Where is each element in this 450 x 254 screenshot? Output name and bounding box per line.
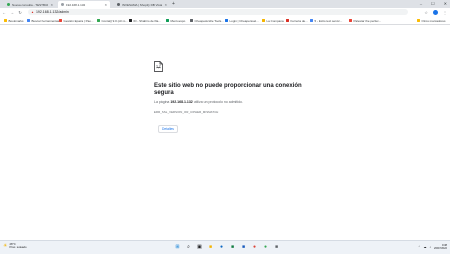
error-description: La página 192.168.1.132 utiliza un proto… xyxy=(154,100,324,104)
bookmark-item[interactable]: La Compana xyxy=(262,19,284,23)
bookmark-label: La Compana xyxy=(266,18,284,23)
broken-document-icon xyxy=(154,61,163,72)
bookmark-favicon xyxy=(129,19,132,22)
taskbar: ☀ 28°C Prac. soleado ⊞ ⌕ ▣ ■ ● ■ ■ ● ● ■… xyxy=(0,240,450,254)
bookmark-item[interactable]: 5 - Exito text servic... xyxy=(310,19,342,23)
bookmark-favicon xyxy=(225,19,228,22)
bookmark-label: Mercoexpo xyxy=(170,18,186,23)
maximize-button[interactable]: ☐ xyxy=(431,1,435,7)
bookmark-item[interactable]: Login | Cheaperssel... xyxy=(225,19,259,23)
bookmark-favicon xyxy=(59,19,62,22)
task-view-icon[interactable]: ▣ xyxy=(196,244,203,251)
weather-condition: Prac. soleado xyxy=(9,245,27,250)
forward-button[interactable]: → xyxy=(8,8,16,17)
bookmark-label: Cheapestcsfie Tools... xyxy=(194,18,224,23)
bookmark-label: 5 - Exito text servic... xyxy=(314,18,343,23)
weather-text: 28°C Prac. soleado xyxy=(9,242,27,250)
bookmark-star-icon[interactable]: ☆ xyxy=(424,8,428,17)
cloud-icon[interactable]: ☁ xyxy=(424,245,427,249)
not-secure-icon[interactable]: ▲ xyxy=(31,10,34,14)
bookmark-label: Bookmarks xyxy=(8,18,24,23)
app-icon[interactable]: ● xyxy=(262,244,269,251)
bookmark-favicon xyxy=(349,19,352,22)
clock-date: 26/07/2022 xyxy=(434,247,447,251)
error-code: ERR_SSL_VERSION_OR_CIPHER_MISMATCH xyxy=(154,110,219,114)
bookmark-item[interactable]: Mercoexpo xyxy=(166,19,185,23)
menu-icon[interactable]: ⋮ xyxy=(443,8,447,17)
bookmark-label: Palestar the perfec... xyxy=(353,18,382,23)
search-icon[interactable]: ⌕ xyxy=(185,244,192,251)
window-controls: – ☐ ✕ xyxy=(420,1,447,7)
close-icon[interactable]: ✕ xyxy=(104,3,107,7)
bookmark-item[interactable]: Ferreria de... xyxy=(286,19,308,23)
tab-label: INVESAMA | Shopify DB Vista O... xyxy=(122,2,163,7)
bookmark-label: Login | Cheaperssel... xyxy=(229,18,259,23)
close-window-button[interactable]: ✕ xyxy=(444,1,447,7)
error-title: Este sitio web no puede proporcionar una… xyxy=(154,83,302,96)
folder-icon xyxy=(417,19,420,22)
bookmark-favicon xyxy=(190,19,193,22)
bookmark-favicon xyxy=(310,19,313,22)
system-tray: ⌃ ☁ ♪ 9:38 26/07/2022 xyxy=(418,244,447,250)
tab-invesama[interactable]: INVESAMA | Shopify DB Vista O... ✕ xyxy=(114,1,170,8)
bookmark-item[interactable]: Cheapestcsfie Tools... xyxy=(190,19,224,23)
toolbar-icons: ☆ ⋮ xyxy=(424,8,447,17)
bookmark-label: ContaQ 9.0 (ofi ro... xyxy=(101,18,128,23)
tab-strip: Nueva consulta - TESTBUR Ga... ✕ 192.168… xyxy=(0,0,450,8)
chevron-up-icon[interactable]: ⌃ xyxy=(418,245,421,249)
bookmark-label: Gestión Epaza | Pao... xyxy=(63,18,94,23)
bookmark-favicon xyxy=(97,19,100,22)
tab-label: Nueva consulta - TESTBUR Ga... xyxy=(12,2,49,7)
word-icon[interactable]: ■ xyxy=(240,244,247,251)
reload-button[interactable]: ↻ xyxy=(16,8,24,17)
tab-favicon xyxy=(117,3,120,6)
address-bar[interactable]: ▲ 192.168.1.132/admin xyxy=(28,9,408,15)
tab-consulta[interactable]: Nueva consulta - TESTBUR Ga... ✕ xyxy=(4,1,56,8)
error-host: 192.168.1.132 xyxy=(170,100,193,104)
volume-icon[interactable]: ♪ xyxy=(430,245,432,249)
back-button[interactable]: ← xyxy=(0,8,8,17)
error-desc-suffix: utiliza un protocolo no admitido. xyxy=(192,100,243,104)
bookmark-favicon xyxy=(166,19,169,22)
new-tab-button[interactable]: + xyxy=(172,1,175,7)
bookmark-favicon xyxy=(27,19,30,22)
sun-icon: ☀ xyxy=(3,243,8,249)
bookmark-favicon xyxy=(286,19,289,22)
bookmark-label: Buscar herramientas xyxy=(31,18,60,23)
bookmark-favicon xyxy=(262,19,265,22)
error-desc-prefix: La página xyxy=(154,100,171,104)
bookmark-item[interactable]: Palestar the perfec... xyxy=(349,19,381,23)
browser-toolbar: ← → ↻ ▲ 192.168.1.132/admin ☆ ⋮ xyxy=(0,8,450,17)
close-icon[interactable]: ✕ xyxy=(50,3,53,7)
bookmark-label: ID - Shabrio de fila... xyxy=(133,18,161,23)
tab-label: 192.168.1.132 xyxy=(66,2,86,7)
bookmarks-bar: Bookmarks Buscar herramientas Gestión Ep… xyxy=(0,17,450,25)
bookmark-item[interactable]: Gestión Epaza | Pao... xyxy=(59,19,93,23)
app-icon[interactable]: ■ xyxy=(273,244,280,251)
folder-icon xyxy=(4,19,7,22)
start-icon[interactable]: ⊞ xyxy=(174,244,181,251)
bookmark-item[interactable]: ContaQ 9.0 (ofi ro... xyxy=(97,19,128,23)
bookmark-label: Ferreria de... xyxy=(290,18,308,23)
weather-widget[interactable]: ☀ 28°C Prac. soleado xyxy=(3,242,27,250)
minimize-button[interactable]: – xyxy=(420,1,422,7)
chrome-icon[interactable]: ● xyxy=(251,244,258,251)
tab-favicon xyxy=(7,3,10,6)
bookmark-label: Otros marcadores xyxy=(421,18,446,23)
edge-icon[interactable]: ● xyxy=(218,244,225,251)
clock[interactable]: 9:38 26/07/2022 xyxy=(434,244,447,250)
excel-icon[interactable]: ■ xyxy=(229,244,236,251)
file-explorer-icon[interactable]: ■ xyxy=(207,244,214,251)
bookmark-item[interactable]: ID - Shabrio de fila... xyxy=(129,19,161,23)
tab-current[interactable]: 192.168.1.132 ✕ xyxy=(58,1,110,8)
other-bookmarks[interactable]: Otros marcadores xyxy=(417,19,446,23)
address-text: 192.168.1.132/admin xyxy=(35,10,69,14)
globe-icon xyxy=(61,3,64,6)
bookmark-item[interactable]: Bookmarks xyxy=(4,19,24,23)
bookmark-item[interactable]: Buscar herramientas xyxy=(27,19,59,23)
close-icon[interactable]: ✕ xyxy=(164,3,167,7)
taskbar-apps: ⊞ ⌕ ▣ ■ ● ■ ■ ● ● ■ xyxy=(174,244,280,251)
profile-avatar[interactable] xyxy=(433,10,438,15)
details-button[interactable]: Detalles xyxy=(158,125,178,133)
